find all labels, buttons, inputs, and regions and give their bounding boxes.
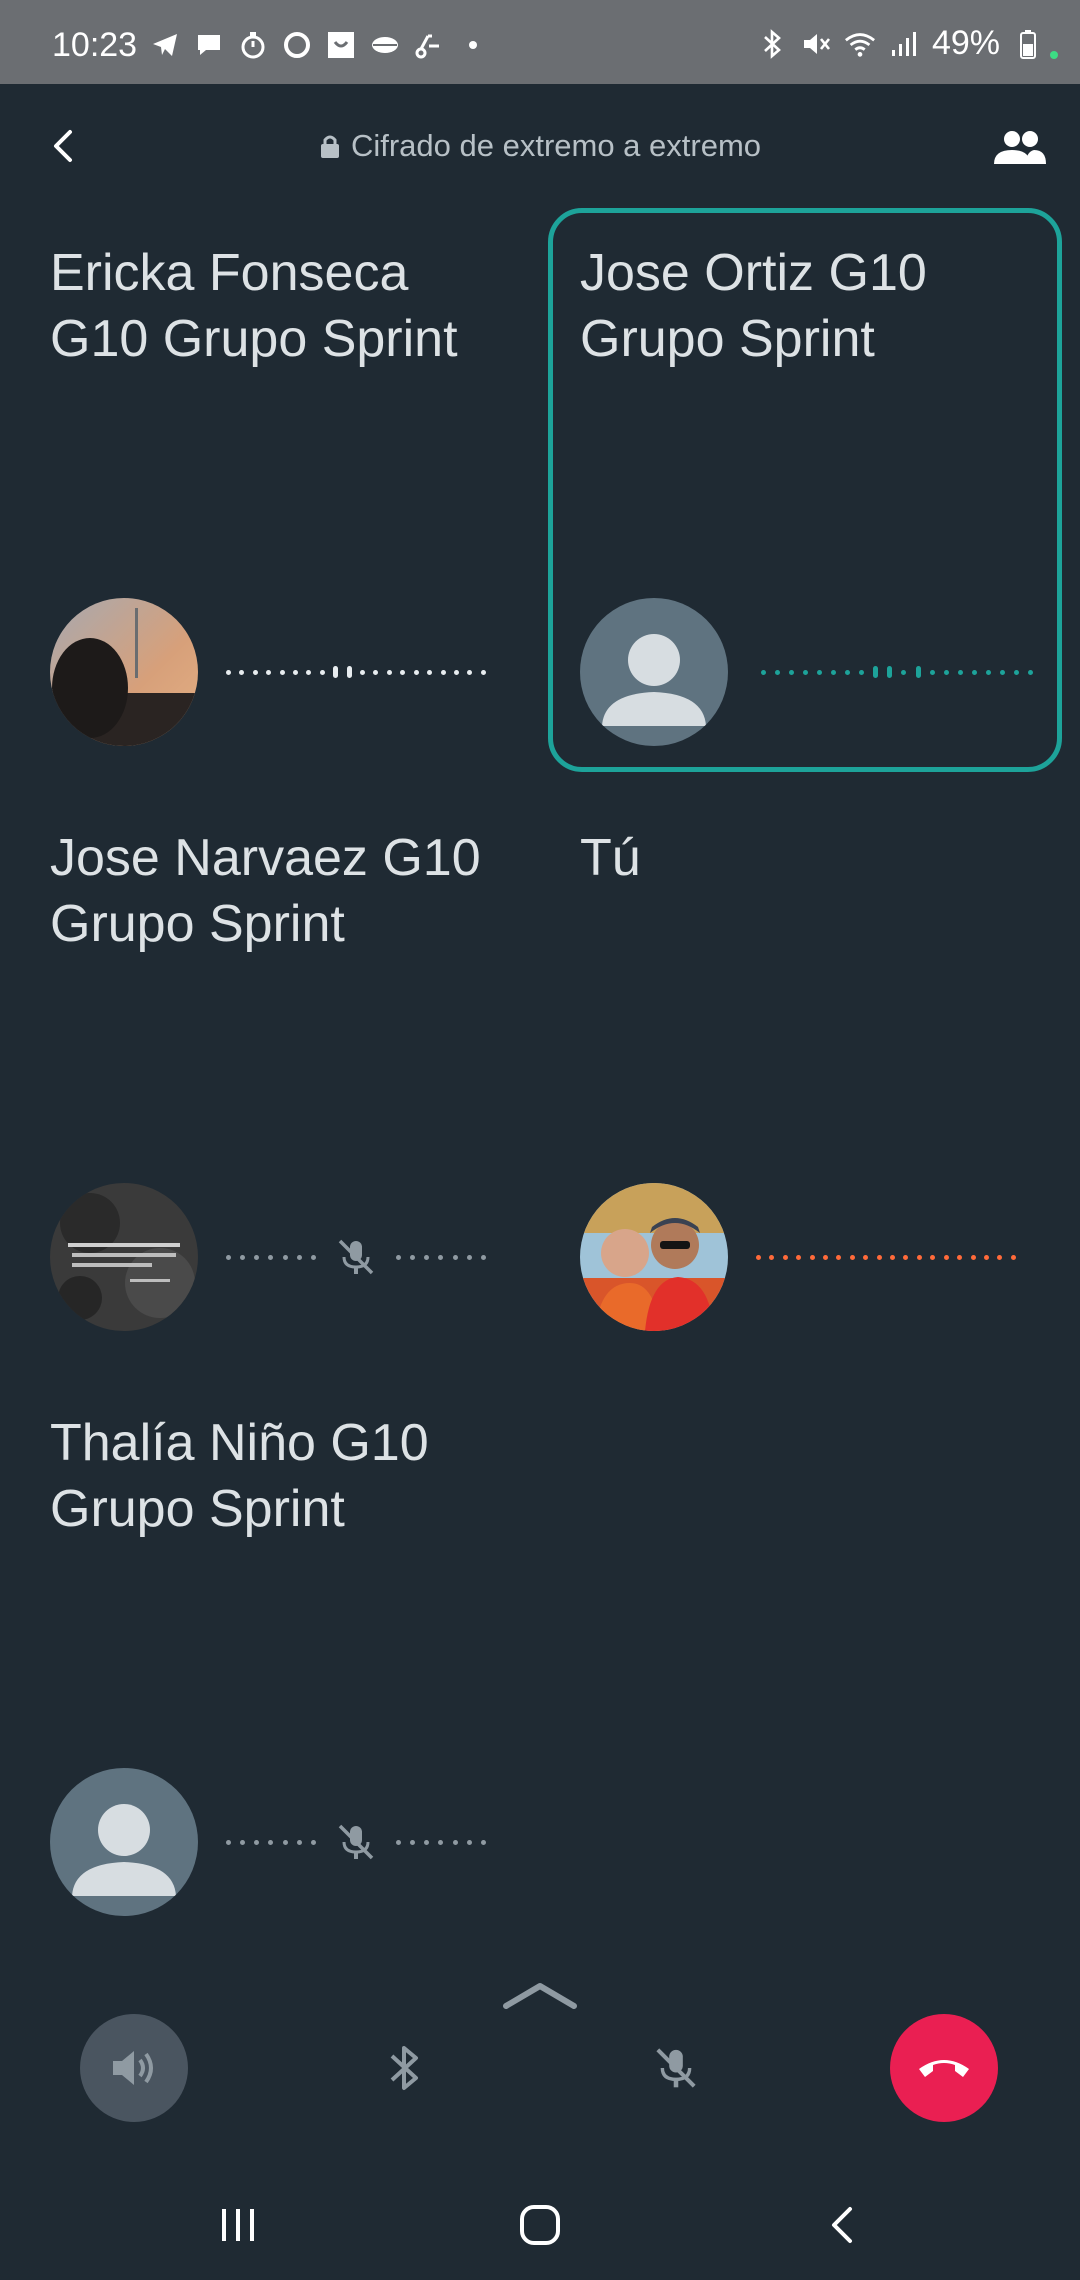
participant-name: Jose Narvaez G10 Grupo Sprint bbox=[50, 829, 481, 953]
timer-icon bbox=[238, 30, 268, 60]
default-person-icon bbox=[72, 1804, 176, 1896]
muted-indicator bbox=[226, 1820, 486, 1864]
recents-button[interactable] bbox=[208, 2200, 268, 2250]
battery-percentage: 49% bbox=[931, 24, 1000, 62]
encryption-notice[interactable]: Cifrado de extremo a extremo bbox=[0, 128, 1080, 164]
system-status: 49% bbox=[756, 24, 1058, 63]
encryption-label: Cifrado de extremo a extremo bbox=[350, 128, 762, 163]
mic-off-icon bbox=[338, 1239, 374, 1275]
telegram-icon bbox=[150, 30, 180, 60]
message-icon bbox=[194, 30, 224, 60]
audio-level-indicator bbox=[226, 665, 486, 679]
bluetooth-icon bbox=[756, 27, 788, 61]
participant-name: Thalía Niño G10 Grupo Sprint bbox=[50, 1414, 429, 1538]
call-header: Cifrado de extremo a extremo bbox=[0, 84, 1080, 208]
speaker-button[interactable] bbox=[80, 2014, 188, 2122]
participant-avatar bbox=[580, 1183, 728, 1331]
vibrate-mute-icon bbox=[800, 27, 832, 61]
charging-indicator bbox=[1050, 50, 1058, 59]
expand-controls-button[interactable] bbox=[500, 1975, 580, 2015]
participant-tile[interactable]: Ericka Fonseca G10 Grupo Sprint bbox=[0, 210, 510, 762]
speaker-icon bbox=[113, 2051, 153, 2085]
participant-tile-self[interactable]: Tú bbox=[530, 795, 1040, 1347]
signal-icon bbox=[888, 27, 920, 61]
end-call-icon bbox=[919, 2060, 969, 2077]
wifi-icon bbox=[844, 27, 876, 61]
bag-icon bbox=[326, 30, 356, 60]
participant-avatar bbox=[50, 1768, 198, 1916]
participant-name: Tú bbox=[580, 829, 641, 887]
scooter-icon bbox=[414, 30, 444, 60]
end-call-button[interactable] bbox=[890, 2014, 998, 2122]
participant-tile[interactable]: Jose Narvaez G10 Grupo Sprint bbox=[0, 795, 510, 1347]
home-button[interactable] bbox=[510, 2200, 570, 2250]
mute-button[interactable] bbox=[622, 2014, 730, 2122]
participant-tile-active[interactable]: Jose Ortiz G10 Grupo Sprint bbox=[548, 208, 1062, 772]
call-screen: 10:23 49% Cifrado de extremo a extremo E… bbox=[0, 0, 1080, 2280]
circle-app-icon bbox=[282, 30, 312, 60]
mic-off-icon bbox=[656, 2048, 696, 2088]
participants-button[interactable] bbox=[990, 120, 1050, 176]
home-icon bbox=[520, 2205, 560, 2245]
status-bar: 10:23 49% bbox=[0, 0, 1080, 84]
status-time: 10:23 bbox=[52, 26, 138, 64]
muted-indicator bbox=[226, 1235, 486, 1279]
audio-level-indicator bbox=[756, 1250, 1016, 1264]
recents-icon bbox=[222, 2209, 254, 2241]
participant-avatar bbox=[50, 1183, 198, 1331]
notification-icons bbox=[150, 30, 488, 60]
participant-name: Ericka Fonseca G10 Grupo Sprint bbox=[50, 244, 458, 368]
audio-level-indicator bbox=[761, 665, 1033, 679]
nav-back-button[interactable] bbox=[812, 2200, 872, 2250]
participant-avatar bbox=[50, 598, 198, 746]
participant-tile[interactable]: Thalía Niño G10 Grupo Sprint bbox=[0, 1380, 510, 1932]
participants-icon bbox=[994, 131, 1046, 164]
system-nav-bar bbox=[0, 2170, 1080, 2280]
bluetooth-button[interactable] bbox=[350, 2014, 458, 2122]
lips-icon bbox=[370, 30, 400, 60]
chevron-up-icon bbox=[503, 1983, 577, 2009]
participant-avatar bbox=[580, 598, 728, 746]
lock-icon bbox=[320, 135, 339, 158]
dot-icon bbox=[458, 30, 488, 60]
participant-name: Jose Ortiz G10 Grupo Sprint bbox=[580, 244, 927, 368]
bluetooth-icon bbox=[390, 2046, 418, 2090]
default-person-icon bbox=[602, 634, 706, 726]
nav-back-icon bbox=[832, 2207, 852, 2243]
mic-off-icon bbox=[338, 1824, 374, 1860]
battery-icon bbox=[1012, 27, 1044, 61]
